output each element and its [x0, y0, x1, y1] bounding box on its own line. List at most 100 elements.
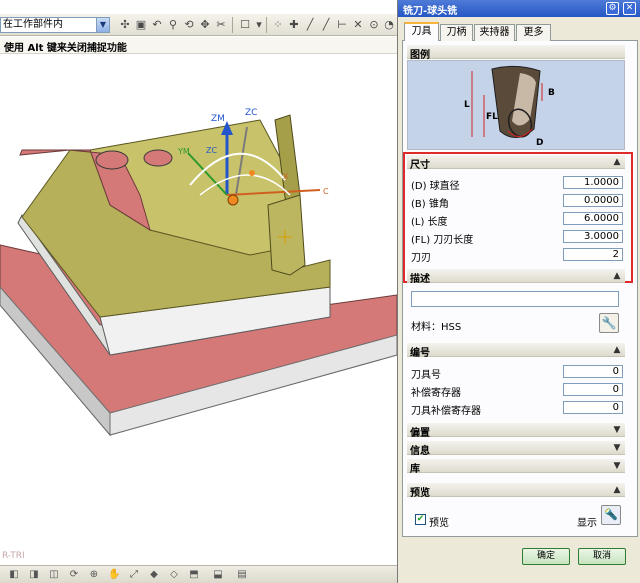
section-figure-header[interactable]: 图例: [407, 45, 625, 61]
show-label: 显示: [577, 518, 597, 529]
section-offset-header[interactable]: 偏置 ▼: [407, 423, 625, 439]
tool-tab-panel: 图例 L FL B D 尺寸 ▲ (D) 球直径 1.0000 (B) 锥角 0…: [402, 41, 638, 537]
dim-flutes-field[interactable]: 2: [563, 248, 623, 261]
hole-right: [143, 149, 173, 167]
section-library-title: 库: [410, 464, 420, 475]
filter-icon[interactable]: ⚲: [166, 18, 180, 32]
chevron-down-icon[interactable]: ▼: [611, 441, 623, 455]
section-description-header[interactable]: 描述 ▲: [407, 269, 625, 285]
cue-text: 使用 Alt 键来关闭捕捉功能: [4, 43, 127, 54]
dim-label-l: L: [464, 100, 470, 110]
graphics-window[interactable]: ZM ZC YM ZC X C R-TRI: [0, 55, 397, 565]
dim-flutes-label: 刀刃: [411, 253, 431, 264]
section-description-title: 描述: [410, 274, 430, 285]
section-dimensions-title: 尺寸: [410, 160, 430, 171]
render-icon[interactable]: ◨: [28, 569, 40, 581]
toolbar-divider: [232, 17, 233, 33]
label-x: X: [283, 172, 289, 181]
chevron-down-icon[interactable]: ▼: [96, 18, 109, 32]
rotate-view-icon[interactable]: ⟳: [68, 569, 80, 581]
zoom-icon[interactable]: ⊕: [88, 569, 100, 581]
ok-button[interactable]: 确定: [522, 548, 570, 565]
pan-icon[interactable]: ✋: [108, 569, 120, 581]
section-numbering-header[interactable]: 编号 ▲: [407, 343, 625, 359]
snap-line-icon[interactable]: ╱: [303, 18, 317, 32]
front-boss: [267, 194, 306, 276]
adjust-register-label: 补偿寄存器: [411, 388, 461, 399]
origin-handle: [227, 194, 239, 206]
hole-left: [95, 150, 129, 170]
toolbar-divider: [266, 17, 267, 33]
wrench-icon: 🔧: [601, 316, 617, 330]
show-preview-button[interactable]: 🔦: [601, 505, 621, 525]
label-zc2: ZC: [206, 146, 217, 155]
snap-settings-icon[interactable]: ✣: [118, 18, 132, 32]
view-icon[interactable]: ◧: [8, 569, 20, 581]
selection-scope-dropdown[interactable]: 在工作部件内 ▼: [0, 17, 110, 33]
tool-number-field[interactable]: 0: [563, 365, 623, 378]
tab-tool[interactable]: 刀具: [404, 22, 439, 42]
dim-diameter-field[interactable]: 1.0000: [563, 176, 623, 189]
dim-length-field[interactable]: 6.0000: [563, 212, 623, 225]
cutcom-register-field[interactable]: 0: [563, 401, 623, 414]
chevron-down-icon[interactable]: ▼: [611, 459, 623, 473]
section-info-title: 信息: [410, 446, 430, 457]
dim-taper-field[interactable]: 0.0000: [563, 194, 623, 207]
cube-icon[interactable]: ◫: [48, 569, 60, 581]
fit-icon[interactable]: ⤢: [128, 569, 140, 581]
section-preview-header[interactable]: 预览 ▲: [407, 483, 625, 499]
close-icon[interactable]: ✕: [623, 2, 636, 15]
dialog-titlebar[interactable]: 铣刀-球头铣 ⚙ ✕: [398, 0, 640, 17]
chevron-down-icon[interactable]: ▼: [611, 423, 623, 437]
chevron-up-icon[interactable]: ▲: [611, 483, 623, 497]
rotate-icon[interactable]: ⟲: [182, 18, 196, 32]
dim-diameter-label: (D) 球直径: [411, 181, 460, 192]
tab-clamp[interactable]: 夹持器: [474, 24, 515, 41]
dim-flute-length-field[interactable]: 3.0000: [563, 230, 623, 243]
section-numbering-title: 编号: [410, 348, 430, 359]
ball-mill-figure: L FL B D: [407, 60, 625, 150]
tab-more[interactable]: 更多: [516, 24, 551, 41]
gear-icon[interactable]: ⚙: [606, 2, 619, 15]
cutcom-register-label: 刀具补偿寄存器: [411, 406, 481, 417]
material-select-button[interactable]: 🔧: [599, 313, 619, 333]
scissors-icon[interactable]: ✂: [214, 18, 228, 32]
dim-length-label: (L) 长度: [411, 217, 448, 228]
section-icon[interactable]: ⬓: [212, 569, 224, 581]
cancel-button[interactable]: 取消: [578, 548, 626, 565]
shade-icon[interactable]: ◆: [148, 569, 160, 581]
chevron-up-icon[interactable]: ▲: [611, 269, 623, 283]
view-orientation-label: R-TRI: [2, 551, 25, 561]
chevron-up-icon[interactable]: ▲: [611, 343, 623, 357]
flashlight-icon: 🔦: [604, 508, 618, 521]
snap-midpoint-icon[interactable]: ╱: [319, 18, 333, 32]
undo-icon[interactable]: ↶: [150, 18, 164, 32]
layer-icon[interactable]: ▤: [236, 569, 248, 581]
snap-quadrant-icon[interactable]: ◔: [382, 18, 396, 32]
box-select-icon[interactable]: ☐: [238, 18, 252, 32]
adjust-register-field[interactable]: 0: [563, 383, 623, 396]
snap-grid-icon[interactable]: ⁘: [271, 18, 285, 32]
snap-endpoint-icon[interactable]: ✚: [287, 18, 301, 32]
chevron-up-icon[interactable]: ▲: [611, 155, 623, 169]
wireframe-icon[interactable]: ◇: [168, 569, 180, 581]
tab-holder[interactable]: 刀柄: [440, 24, 473, 41]
section-info-header[interactable]: 信息 ▼: [407, 441, 625, 457]
description-input[interactable]: [411, 291, 619, 307]
snap-tangent-icon[interactable]: ⊢: [335, 18, 349, 32]
label-ym: YM: [177, 147, 190, 156]
label-zc: ZC: [245, 108, 257, 118]
chevron-down-icon[interactable]: ▾: [252, 18, 266, 32]
move-icon[interactable]: ✥: [198, 18, 212, 32]
snap-intersection-icon[interactable]: ✕: [351, 18, 365, 32]
section-library-header[interactable]: 库 ▼: [407, 459, 625, 475]
tool-dialog: 铣刀-球头铣 ⚙ ✕ 刀具 刀柄 夹持器 更多 图例 L FL B D 尺寸 ▲…: [397, 0, 640, 583]
tool-number-label: 刀具号: [411, 370, 441, 381]
select-all-icon[interactable]: ▣: [134, 18, 148, 32]
dim-taper-label: (B) 锥角: [411, 199, 449, 210]
snap-arc-center-icon[interactable]: ⊙: [367, 18, 381, 32]
cue-line: 使用 Alt 键来关闭捕捉功能: [0, 37, 397, 54]
orient-icon[interactable]: ⬒: [188, 569, 200, 581]
section-dimensions-header[interactable]: 尺寸 ▲: [407, 155, 625, 171]
preview-checkbox[interactable]: ✔: [415, 514, 426, 525]
